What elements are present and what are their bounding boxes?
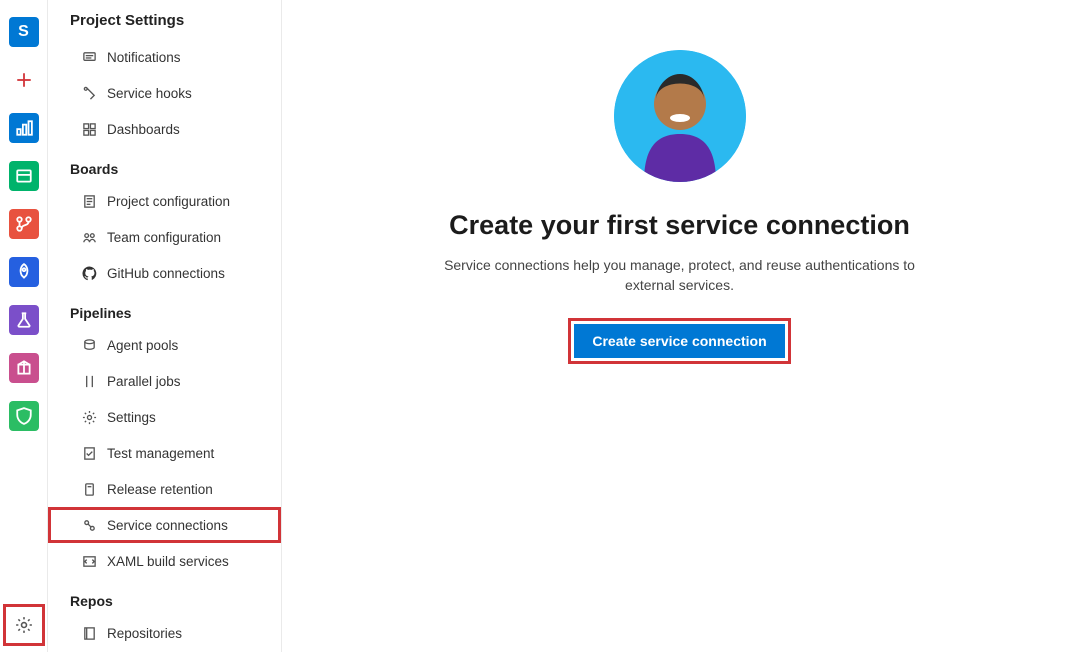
pool-icon [81,337,97,353]
nav-item-label: GitHub connections [107,266,225,281]
nav-item-label: Parallel jobs [107,374,181,389]
nav-item-label: Project configuration [107,194,230,209]
nav-item-project-configuration[interactable]: Project configuration [48,183,281,219]
plug-icon [81,517,97,533]
nav-item-xaml-build-services[interactable]: XAML build services [48,543,281,579]
nav-item-label: Repositories [107,626,182,641]
nav-item-label: Agent pools [107,338,178,353]
message-icon [81,49,97,65]
section-title-boards: Boards [48,147,281,183]
nav-item-service-hooks[interactable]: Service hooks [48,75,281,111]
nav-item-dashboards[interactable]: Dashboards [48,111,281,147]
nav-item-team-configuration[interactable]: Team configuration [48,219,281,255]
nav-item-label: Release retention [107,482,213,497]
project-settings-gear[interactable] [3,604,45,646]
add-icon[interactable] [9,65,39,95]
empty-state-avatar [614,50,746,182]
nav-item-service-connections[interactable]: Service connections [48,507,281,543]
project-tile[interactable]: S [9,17,39,47]
team-icon [81,229,97,245]
empty-state-description: Service connections help you manage, pro… [420,255,940,296]
nav-item-label: Notifications [107,50,181,65]
nav-item-repositories[interactable]: Repositories [48,615,281,651]
nav-item-label: Dashboards [107,122,180,137]
xaml-icon [81,553,97,569]
nav-item-label: Test management [107,446,214,461]
nav-item-parallel-jobs[interactable]: Parallel jobs [48,363,281,399]
settings-sidebar: Project Settings Notifications Service ho… [48,0,282,652]
nav-item-label: Settings [107,410,156,425]
sidebar-groups: Notifications Service hooks Dashboards Boar… [48,39,281,651]
pipelines-icon[interactable] [9,257,39,287]
left-rail: S [0,0,48,652]
dashboard-icon [81,121,97,137]
boards-icon[interactable] [9,161,39,191]
nav-item-github-connections[interactable]: GitHub connections [48,255,281,291]
section-title-repos: Repos [48,579,281,615]
nav-item-release-retention[interactable]: Release retention [48,471,281,507]
nav-item-notifications[interactable]: Notifications [48,39,281,75]
doc-icon [81,193,97,209]
nav-item-agent-pools[interactable]: Agent pools [48,327,281,363]
parallel-icon [81,373,97,389]
nav-item-label: Service connections [107,518,228,533]
github-icon [81,265,97,281]
hook-icon [81,85,97,101]
compliance-icon[interactable] [9,401,39,431]
test-plans-icon[interactable] [9,305,39,335]
test-icon [81,445,97,461]
nav-item-label: Team configuration [107,230,221,245]
nav-item-test-management[interactable]: Test management [48,435,281,471]
repo-icon [81,625,97,641]
nav-item-label: XAML build services [107,554,229,569]
gear-icon [81,409,97,425]
section-title-pipelines: Pipelines [48,291,281,327]
sidebar-title: Project Settings [48,6,281,39]
cta-highlight-box: Create service connection [568,318,790,364]
nav-item-label: Service hooks [107,86,192,101]
create-service-connection-button[interactable]: Create service connection [574,324,784,358]
avatar-illustration [614,50,746,182]
retention-icon [81,481,97,497]
nav-item-settings[interactable]: Settings [48,399,281,435]
artifacts-icon[interactable] [9,353,39,383]
overview-icon[interactable] [9,113,39,143]
empty-state-heading: Create your first service connection [449,210,910,241]
main-content: Create your first service connection Ser… [282,0,1077,652]
repos-icon[interactable] [9,209,39,239]
